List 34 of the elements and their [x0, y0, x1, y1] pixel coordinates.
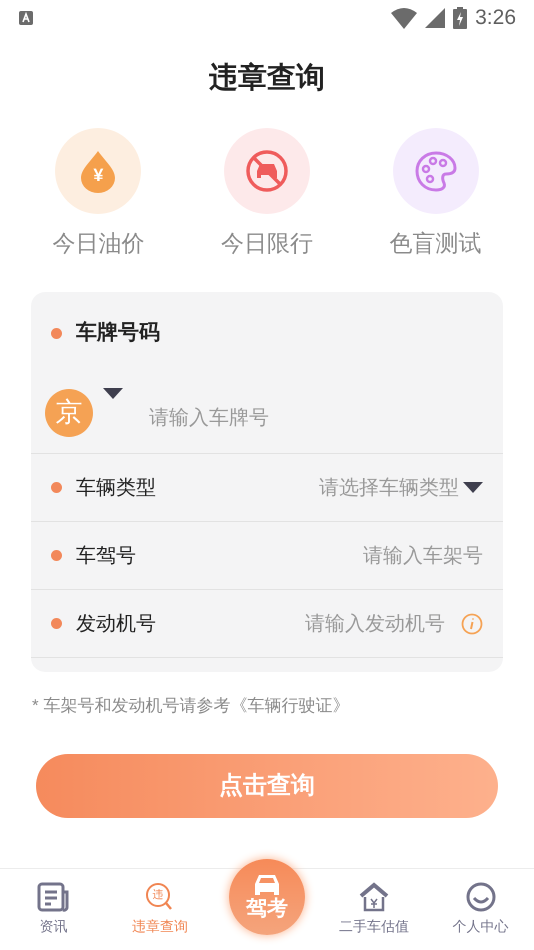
- notification-icon: [18, 10, 34, 26]
- shortcut-button[interactable]: ¥ 今日油价: [28, 128, 168, 258]
- driving-test-tab[interactable]: 驾考: [228, 859, 305, 935]
- no-car-icon: [244, 149, 289, 193]
- caret-icon: [463, 482, 483, 494]
- palette-icon: [414, 149, 458, 193]
- nav-tab[interactable]: 个人中心: [427, 869, 534, 950]
- nav-tab[interactable]: 违 违章查询: [106, 869, 214, 950]
- nav-tab[interactable]: 二手车估值: [320, 869, 428, 950]
- smile-icon: [464, 882, 497, 912]
- field-label: 发动机号: [76, 612, 156, 636]
- oil-drop-icon: ¥: [79, 149, 118, 193]
- signal-icon: [425, 8, 446, 28]
- shortcut-button[interactable]: 色盲测试: [366, 128, 506, 258]
- vehicle-type-select[interactable]: 请选择车辆类型: [319, 472, 483, 502]
- info-icon[interactable]: [461, 612, 483, 634]
- field-label: 车辆类型: [76, 476, 156, 500]
- plate-input[interactable]: 请输入车牌号: [149, 402, 489, 432]
- status-time: 3:26: [475, 5, 516, 32]
- field-label: 车牌号码: [76, 320, 160, 346]
- text-input[interactable]: 请输入发动机号: [166, 608, 445, 638]
- page-title: 违章查询: [208, 60, 326, 96]
- query-button[interactable]: 点击查询: [36, 754, 498, 818]
- shortcut-button[interactable]: 今日限行: [196, 128, 337, 258]
- text-input[interactable]: 请输入车架号: [146, 540, 483, 570]
- nav-tab[interactable]: 资讯: [0, 869, 107, 950]
- battery-icon: [453, 7, 468, 29]
- field-label: 车驾号: [76, 544, 136, 568]
- house-icon: [358, 882, 390, 912]
- document-icon: [37, 882, 70, 912]
- province-button[interactable]: 京: [45, 388, 93, 436]
- note-text: * 车架号和发动机号请参考《车辆行驶证》: [32, 695, 350, 717]
- wifi-icon: [391, 7, 418, 29]
- caret-icon: [103, 388, 123, 400]
